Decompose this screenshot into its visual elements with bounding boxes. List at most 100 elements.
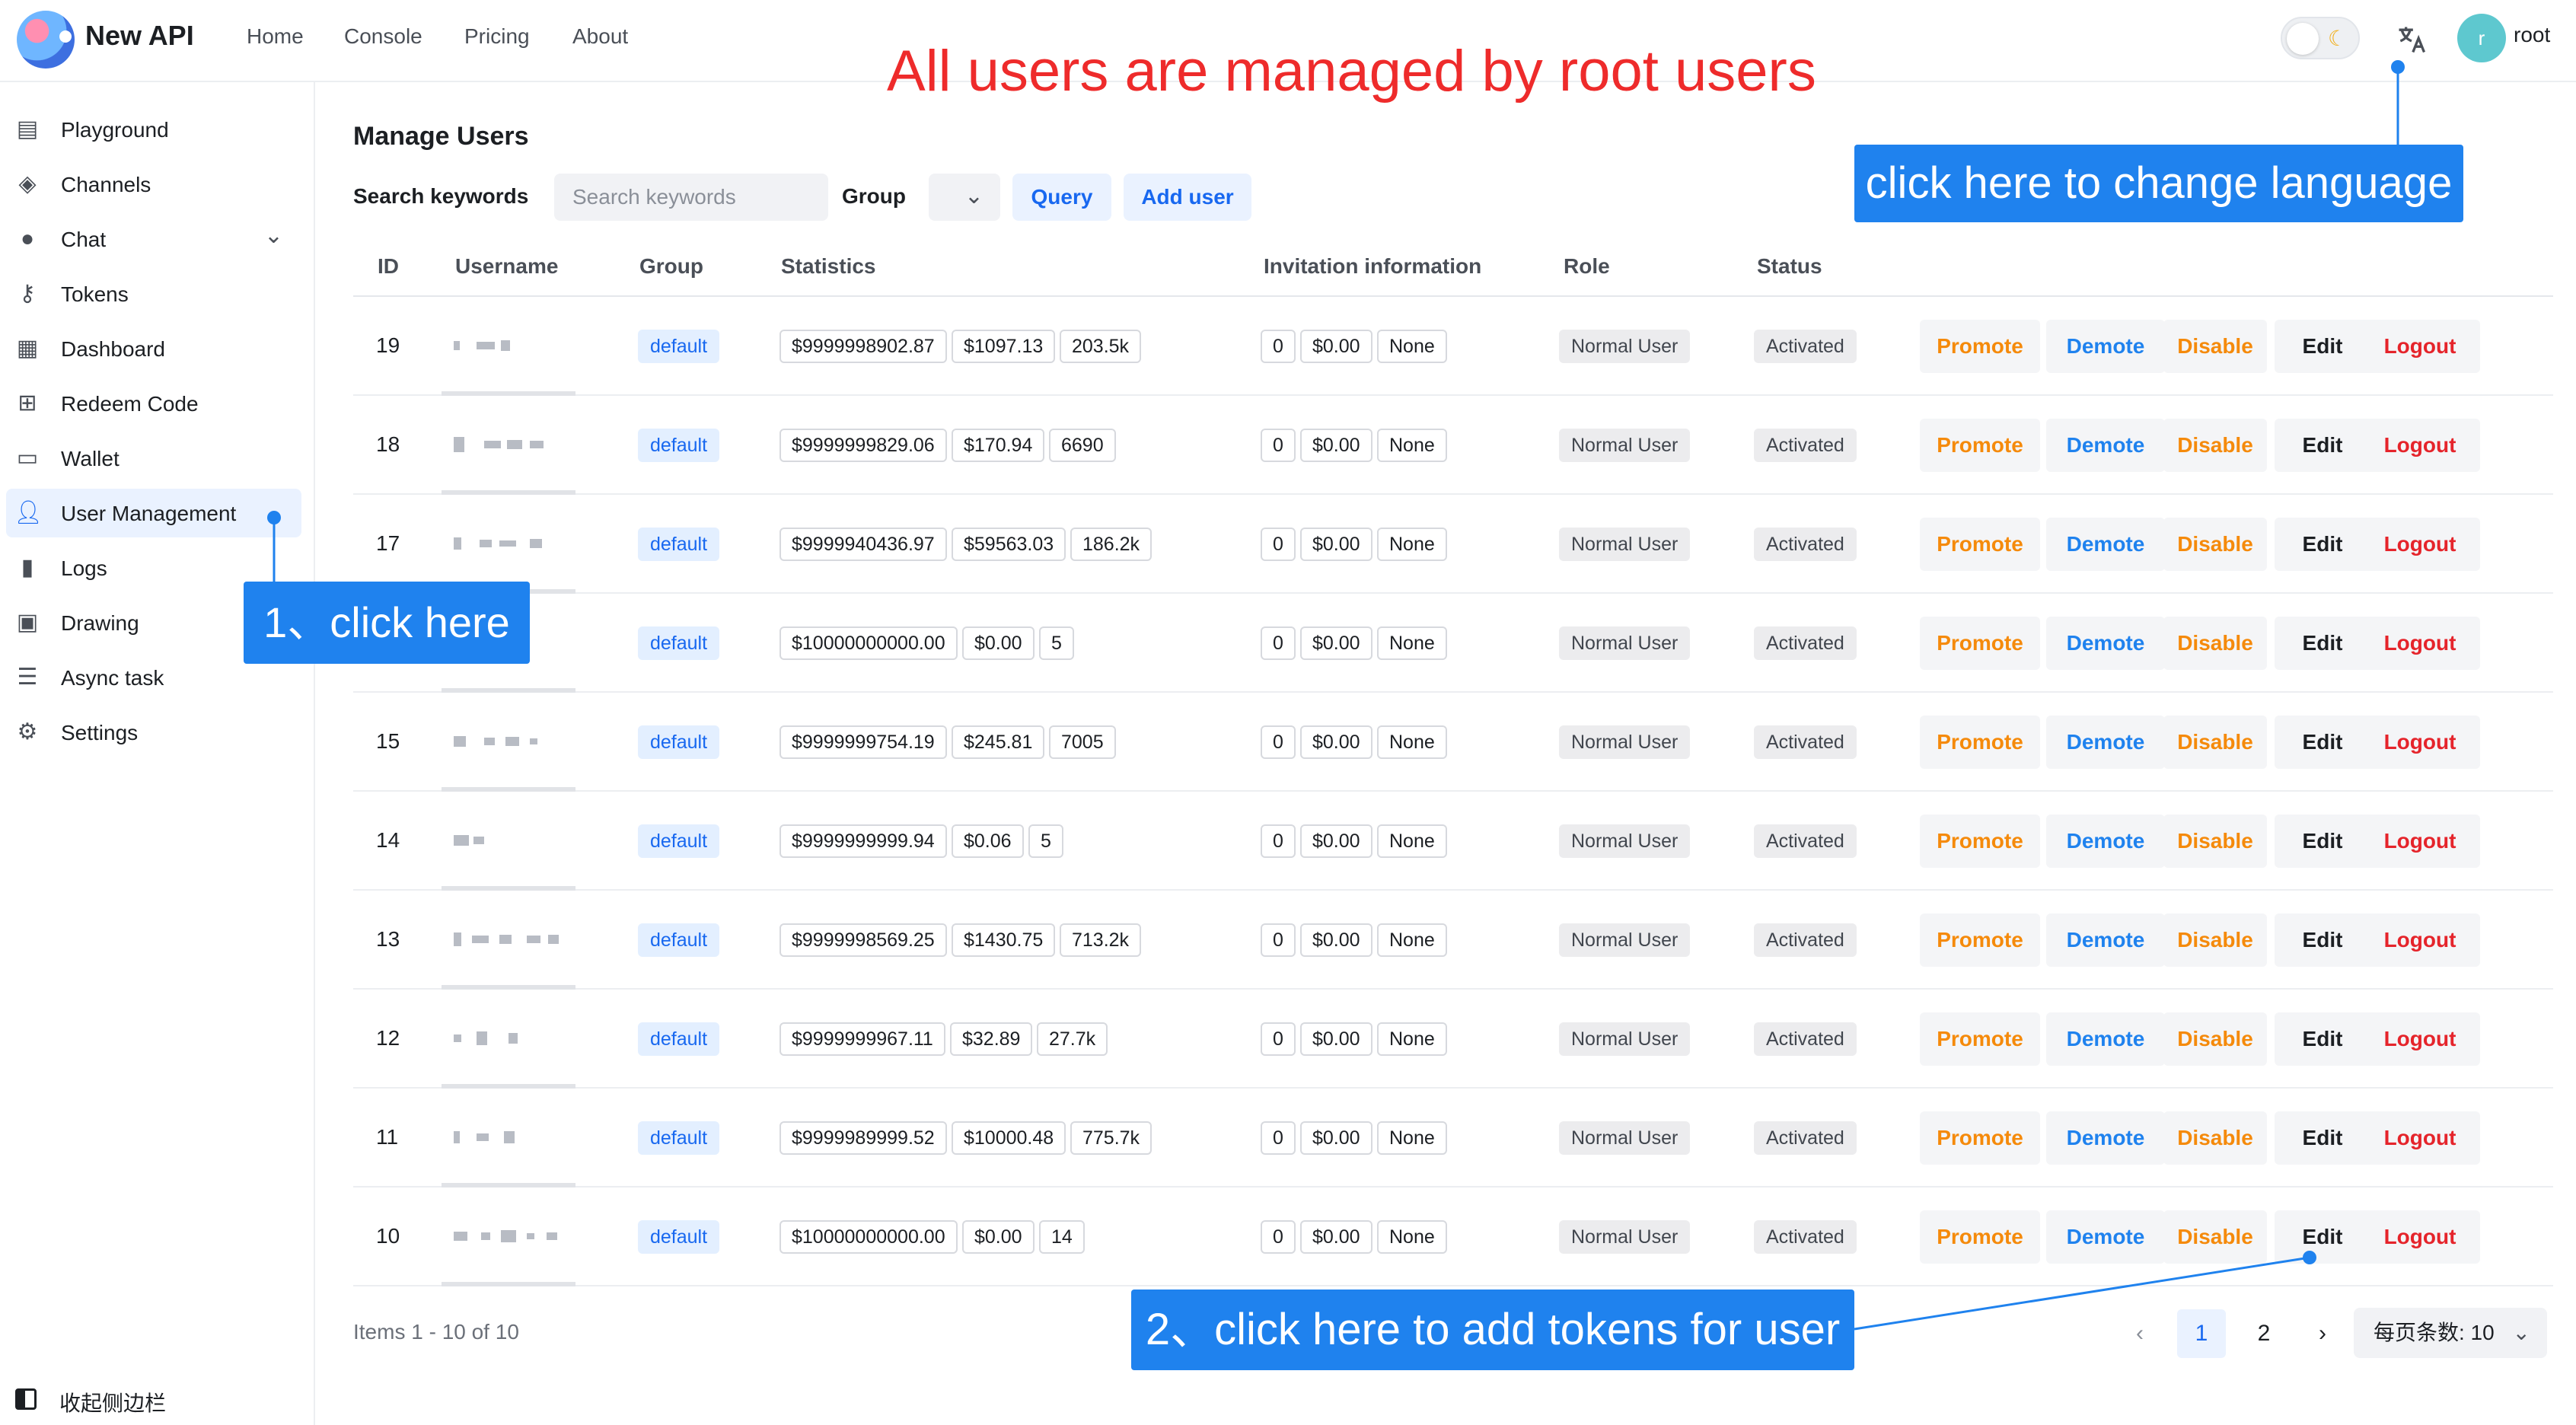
nav-home[interactable]: Home	[247, 24, 304, 49]
column-header-id: ID	[378, 254, 399, 278]
edit-button[interactable]: Edit	[2275, 1210, 2370, 1264]
next-page-button[interactable]: ›	[2302, 1309, 2343, 1358]
promote-button[interactable]: Promote	[1920, 815, 2040, 868]
sidebar-item-chat[interactable]: ● Chat ⌄	[6, 215, 301, 263]
disable-button[interactable]: Disable	[2163, 617, 2267, 670]
disable-button[interactable]: Disable	[2163, 716, 2267, 769]
disable-button[interactable]: Disable	[2163, 1210, 2267, 1264]
status-tag: Activated	[1754, 626, 1857, 660]
group-tag: default	[638, 528, 720, 561]
promote-button[interactable]: Promote	[1920, 1012, 2040, 1066]
disable-button[interactable]: Disable	[2163, 1111, 2267, 1165]
logout-button[interactable]: Logout	[2360, 518, 2480, 571]
invite-count-tag: 0	[1261, 330, 1296, 363]
sidebar-item-dashboard[interactable]: ▦ Dashboard	[6, 324, 301, 373]
edit-button[interactable]: Edit	[2275, 419, 2370, 472]
language-icon[interactable]	[2390, 18, 2433, 61]
disable-button[interactable]: Disable	[2163, 815, 2267, 868]
invite-count-tag: 0	[1261, 429, 1296, 462]
sidebar-item-settings[interactable]: ⚙ Settings	[6, 708, 301, 757]
edit-button[interactable]: Edit	[2275, 1111, 2370, 1165]
role-tag: Normal User	[1559, 1121, 1691, 1155]
promote-button[interactable]: Promote	[1920, 716, 2040, 769]
edit-button[interactable]: Edit	[2275, 913, 2370, 967]
sidebar-item-tokens[interactable]: ⚷ Tokens	[6, 269, 301, 318]
sidebar-item-wallet[interactable]: ▭ Wallet	[6, 434, 301, 483]
column-header-invitation: Invitation information	[1264, 254, 1482, 278]
demote-button[interactable]: Demote	[2046, 518, 2165, 571]
nav-console[interactable]: Console	[344, 24, 422, 49]
sidebar-item-redeem-code[interactable]: ⊞ Redeem Code	[6, 379, 301, 428]
promote-button[interactable]: Promote	[1920, 320, 2040, 373]
demote-button[interactable]: Demote	[2046, 1111, 2165, 1165]
demote-button[interactable]: Demote	[2046, 716, 2165, 769]
invite-count-tag: 0	[1261, 923, 1296, 957]
column-header-group: Group	[639, 254, 703, 278]
sidebar-item-playground[interactable]: ▤ Playground	[6, 105, 301, 154]
edit-button[interactable]: Edit	[2275, 1012, 2370, 1066]
brand-name[interactable]: New API	[85, 20, 194, 52]
nav-pricing[interactable]: Pricing	[464, 24, 530, 49]
promote-button[interactable]: Promote	[1920, 518, 2040, 571]
promote-button[interactable]: Promote	[1920, 419, 2040, 472]
stat-used-tag: $10000.48	[952, 1121, 1066, 1155]
disable-button[interactable]: Disable	[2163, 1012, 2267, 1066]
logout-button[interactable]: Logout	[2360, 617, 2480, 670]
logout-button[interactable]: Logout	[2360, 913, 2480, 967]
logout-button[interactable]: Logout	[2360, 1210, 2480, 1264]
user-avatar[interactable]: r	[2457, 14, 2506, 62]
demote-button[interactable]: Demote	[2046, 419, 2165, 472]
demote-button[interactable]: Demote	[2046, 913, 2165, 967]
disable-button[interactable]: Disable	[2163, 518, 2267, 571]
stat-used-tag: $245.81	[952, 725, 1045, 759]
add-user-button[interactable]: Add user	[1124, 174, 1251, 221]
edit-button[interactable]: Edit	[2275, 617, 2370, 670]
stat-used-tag: $32.89	[950, 1022, 1033, 1056]
promote-button[interactable]: Promote	[1920, 1210, 2040, 1264]
invite-amount-tag: $0.00	[1300, 1022, 1372, 1056]
edit-button[interactable]: Edit	[2275, 320, 2370, 373]
sidebar: ▤ Playground ◈ Channels ● Chat ⌄ ⚷ Token…	[0, 82, 315, 1425]
demote-button[interactable]: Demote	[2046, 815, 2165, 868]
app-logo[interactable]	[17, 11, 75, 69]
logout-button[interactable]: Logout	[2360, 1111, 2480, 1165]
page-1-button[interactable]: 1	[2177, 1309, 2226, 1358]
logout-button[interactable]: Logout	[2360, 1012, 2480, 1066]
theme-toggle[interactable]: ☾	[2281, 17, 2360, 59]
promote-button[interactable]: Promote	[1920, 913, 2040, 967]
group-tag: default	[638, 824, 720, 858]
sidebar-item-label: Chat	[61, 228, 107, 251]
disable-button[interactable]: Disable	[2163, 419, 2267, 472]
logout-button[interactable]: Logout	[2360, 419, 2480, 472]
key-icon: ⚷	[19, 281, 36, 306]
user-name[interactable]: root	[2514, 23, 2550, 47]
demote-button[interactable]: Demote	[2046, 1210, 2165, 1264]
promote-button[interactable]: Promote	[1920, 617, 2040, 670]
edit-button[interactable]: Edit	[2275, 518, 2370, 571]
nav-about[interactable]: About	[572, 24, 628, 49]
disable-button[interactable]: Disable	[2163, 913, 2267, 967]
logout-button[interactable]: Logout	[2360, 716, 2480, 769]
edit-button[interactable]: Edit	[2275, 815, 2370, 868]
search-input[interactable]	[554, 174, 828, 221]
logout-button[interactable]: Logout	[2360, 815, 2480, 868]
group-select[interactable]: ⌄	[929, 174, 1000, 221]
prev-page-button[interactable]: ‹	[2119, 1309, 2160, 1358]
disable-button[interactable]: Disable	[2163, 320, 2267, 373]
logout-button[interactable]: Logout	[2360, 320, 2480, 373]
edit-button[interactable]: Edit	[2275, 716, 2370, 769]
invite-count-tag: 0	[1261, 725, 1296, 759]
page-size-select[interactable]: 每页条数: 10 ⌄	[2354, 1308, 2547, 1358]
demote-button[interactable]: Demote	[2046, 617, 2165, 670]
chevron-down-icon[interactable]: ⌄	[264, 222, 283, 249]
sidebar-item-user-management[interactable]: 👤︎ User Management	[6, 489, 301, 537]
invite-count-tag: 0	[1261, 626, 1296, 660]
query-button[interactable]: Query	[1012, 174, 1111, 221]
page-2-button[interactable]: 2	[2240, 1309, 2288, 1358]
invite-by-tag: None	[1377, 1022, 1447, 1056]
sidebar-item-channels[interactable]: ◈ Channels	[6, 160, 301, 209]
cell-id: 15	[376, 729, 400, 753]
promote-button[interactable]: Promote	[1920, 1111, 2040, 1165]
demote-button[interactable]: Demote	[2046, 320, 2165, 373]
demote-button[interactable]: Demote	[2046, 1012, 2165, 1066]
